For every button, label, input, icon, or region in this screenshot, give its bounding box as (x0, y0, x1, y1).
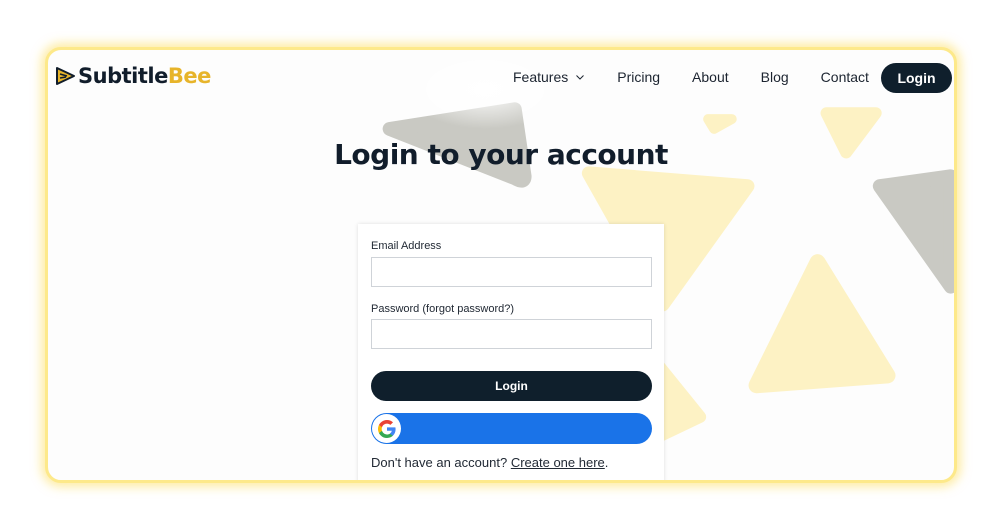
page-frame: SubtitleBee Features Pricing About Blog … (45, 47, 957, 483)
password-field[interactable] (371, 319, 652, 349)
bee-play-logo-icon (56, 67, 75, 85)
nav-pricing[interactable]: Pricing (617, 69, 660, 85)
main-nav: Features Pricing About Blog Contact (513, 69, 869, 85)
password-label: Password (forgot password?) (371, 303, 515, 315)
nav-features[interactable]: Features (513, 69, 585, 85)
create-account-link[interactable]: Create one here (511, 455, 605, 470)
nav-login-button[interactable]: Login (881, 63, 952, 93)
google-icon-container (372, 414, 401, 443)
google-signin-button[interactable] (371, 413, 652, 444)
email-field[interactable] (371, 257, 652, 287)
signup-prompt: Don't have an account? Create one here. (371, 455, 608, 470)
nav-blog[interactable]: Blog (761, 69, 789, 85)
chevron-down-icon (576, 74, 585, 80)
nav-features-label: Features (513, 69, 569, 85)
brand-logo[interactable]: SubtitleBee (54, 64, 211, 88)
login-form-card: Email Address Password (forgot password?… (358, 224, 664, 480)
signup-suffix: . (604, 455, 609, 470)
top-navbar: SubtitleBee Features Pricing About Blog … (48, 50, 954, 110)
signup-prefix: Don't have an account? (371, 455, 511, 470)
brand-name: SubtitleBee (78, 64, 211, 88)
nav-about[interactable]: About (692, 69, 729, 85)
brand-name-part1: Subtitle (78, 64, 168, 88)
google-g-icon (377, 419, 396, 438)
login-submit-button[interactable]: Login (371, 371, 652, 401)
email-label: Email Address (371, 240, 442, 252)
nav-contact[interactable]: Contact (821, 69, 869, 85)
page-title: Login to your account (334, 138, 668, 171)
brand-name-part2: Bee (167, 64, 212, 88)
